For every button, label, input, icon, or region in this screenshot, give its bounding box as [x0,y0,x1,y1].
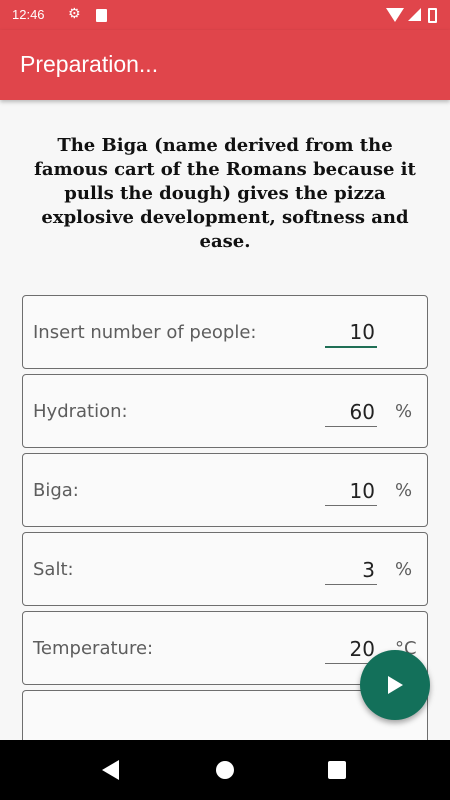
intro-text: The Biga (name derived from the famous c… [34,135,416,252]
hydration-unit: % [395,401,413,422]
people-input[interactable] [325,318,377,348]
battery-icon [428,8,437,23]
biga-unit: % [395,480,413,501]
status-time: 12:46 [12,7,45,22]
biga-label: Biga: [33,480,79,501]
play-icon [388,676,403,694]
sd-card-icon [96,9,107,22]
people-field: Insert number of people: [22,295,428,369]
signal-icon [408,8,421,21]
salt-unit: % [395,559,413,580]
temperature-label: Temperature: [33,638,154,659]
salt-label: Salt: [33,559,74,580]
hydration-field: Hydration: % [22,374,428,448]
gear-icon: ⚙ [68,6,81,22]
wifi-icon [386,8,404,22]
page-title: Preparation... [20,51,159,77]
start-button[interactable] [360,650,430,720]
home-icon[interactable] [216,761,234,779]
salt-input[interactable] [325,555,377,585]
biga-field: Biga: % [22,453,428,527]
navigation-bar [0,740,450,800]
back-icon[interactable] [102,760,119,780]
salt-field: Salt: % [22,532,428,606]
people-label: Insert number of people: [33,322,257,343]
app-bar: Preparation... [0,30,450,100]
status-bar: 12:46 ⚙ [0,0,450,30]
hydration-label: Hydration: [33,401,128,422]
recents-icon[interactable] [328,761,346,779]
hydration-input[interactable] [325,397,377,427]
biga-input[interactable] [325,476,377,506]
